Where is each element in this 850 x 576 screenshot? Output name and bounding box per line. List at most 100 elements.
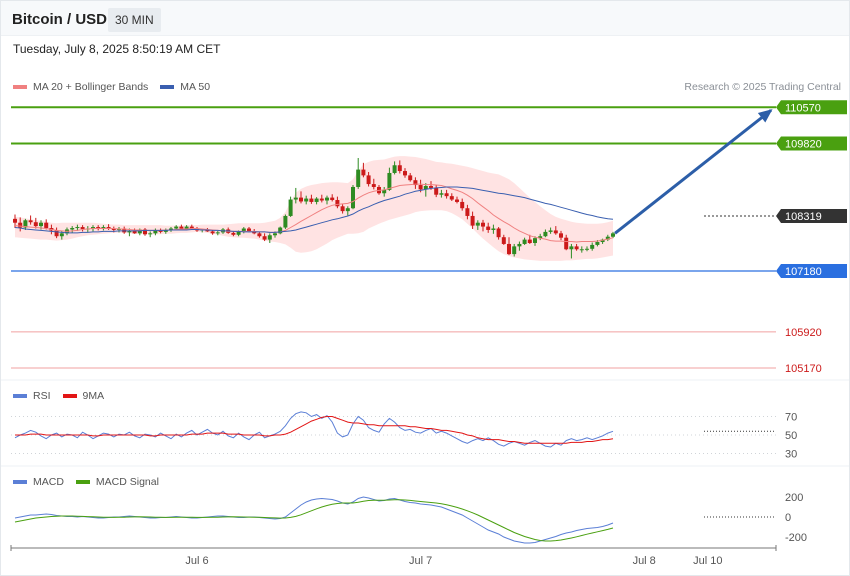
candle-body [13, 218, 17, 223]
candle-body [533, 238, 537, 243]
time-tick-label: Jul 6 [185, 555, 208, 567]
candle-body [351, 186, 355, 209]
candle-body [455, 199, 459, 202]
candle-body [59, 233, 64, 237]
candle [283, 214, 288, 229]
candle-body [340, 206, 345, 212]
candle-body [283, 215, 288, 228]
candle-body [444, 193, 449, 197]
candle-body [585, 248, 589, 250]
candle-body [309, 198, 314, 202]
candle-body [501, 237, 506, 244]
level-tag-110570: 110570 [776, 100, 847, 115]
candle-body [517, 243, 522, 247]
chart-canvas[interactable]: 110570 109820 108319 107180 105920 105170 70 50… [0, 0, 850, 576]
macd-tick-label: -200 [785, 532, 807, 544]
candle-body [215, 232, 220, 234]
candle-body [460, 201, 465, 209]
candle-body [408, 175, 413, 181]
candle-body [80, 227, 85, 229]
candle-body [314, 198, 319, 202]
candle-body [28, 220, 33, 223]
candle-body [574, 246, 579, 250]
candle-body [590, 244, 595, 249]
candle-body [345, 208, 350, 212]
forecast-arrow [614, 109, 772, 235]
candle-body [564, 237, 569, 250]
candle-body [595, 242, 600, 245]
bollinger-band [15, 156, 613, 261]
candle-body [330, 197, 335, 201]
candle-body [304, 198, 309, 202]
candle-body [569, 246, 574, 250]
candle-body [470, 215, 475, 226]
rsi-tick-label: 30 [785, 449, 797, 461]
candle-body [543, 231, 548, 237]
level-tag-105170: 105170 [785, 363, 822, 375]
level-tag-109820: 109820 [776, 136, 847, 151]
candle-body [418, 185, 423, 190]
candle-body [70, 228, 75, 230]
candle-body [527, 239, 532, 243]
candle-body [496, 228, 501, 238]
candle-body [44, 222, 49, 229]
rsi-9ma-line [15, 416, 614, 444]
candle-body [361, 169, 366, 176]
candle-body [33, 222, 38, 227]
candle-body [319, 198, 324, 201]
candle-body [548, 230, 553, 232]
candle-body [481, 222, 485, 227]
level-label-105170: 105170 [785, 363, 822, 375]
candle [356, 158, 361, 189]
candle-body [371, 184, 376, 187]
candle-body [299, 197, 303, 202]
candle-body [267, 235, 272, 240]
time-tick-label: Jul 7 [409, 555, 432, 567]
candle-body [475, 222, 480, 226]
level-label-107180: 107180 [785, 266, 822, 278]
candle-body [262, 236, 267, 240]
macd-tick-label: 200 [785, 492, 803, 504]
candle-body [179, 226, 184, 229]
candle-body [39, 222, 43, 227]
candle [278, 226, 283, 235]
level-label-105920: 105920 [785, 327, 822, 339]
candle-body [465, 208, 470, 216]
level-tag-105920: 105920 [785, 327, 822, 339]
candle [351, 185, 355, 210]
candle-body [293, 197, 298, 200]
candle-body [507, 243, 511, 255]
candle-body [429, 186, 433, 188]
candle-body [403, 171, 407, 176]
candle-body [486, 226, 491, 230]
candle-body [184, 226, 189, 229]
candle-body [18, 222, 23, 228]
candle-body [335, 200, 340, 207]
candle-body [288, 199, 293, 216]
candle-body [439, 193, 444, 195]
candle [288, 196, 293, 217]
candle-body [148, 233, 153, 235]
level-label-108319: 108319 [785, 211, 822, 223]
macd-signal-line [14, 499, 614, 542]
candle-body [559, 233, 563, 238]
candle-body [236, 231, 241, 235]
candle-body [491, 228, 496, 230]
candle-body [325, 197, 329, 201]
candle-body [522, 239, 527, 244]
candle-body [75, 227, 80, 229]
candle-body [273, 233, 277, 236]
candle-body [611, 233, 615, 237]
level-label-109820: 109820 [785, 139, 822, 151]
rsi-tick-label: 50 [785, 430, 797, 442]
candle-body [512, 246, 517, 255]
level-label-110570: 110570 [785, 102, 821, 114]
candle-body [553, 230, 558, 234]
macd-tick-label: 0 [785, 512, 791, 524]
candle-body [397, 165, 402, 172]
candle-body [174, 226, 179, 229]
candle-body [210, 231, 215, 234]
candle-body [366, 175, 371, 185]
candle-body [257, 233, 262, 237]
time-tick-label: Jul 8 [633, 555, 656, 567]
